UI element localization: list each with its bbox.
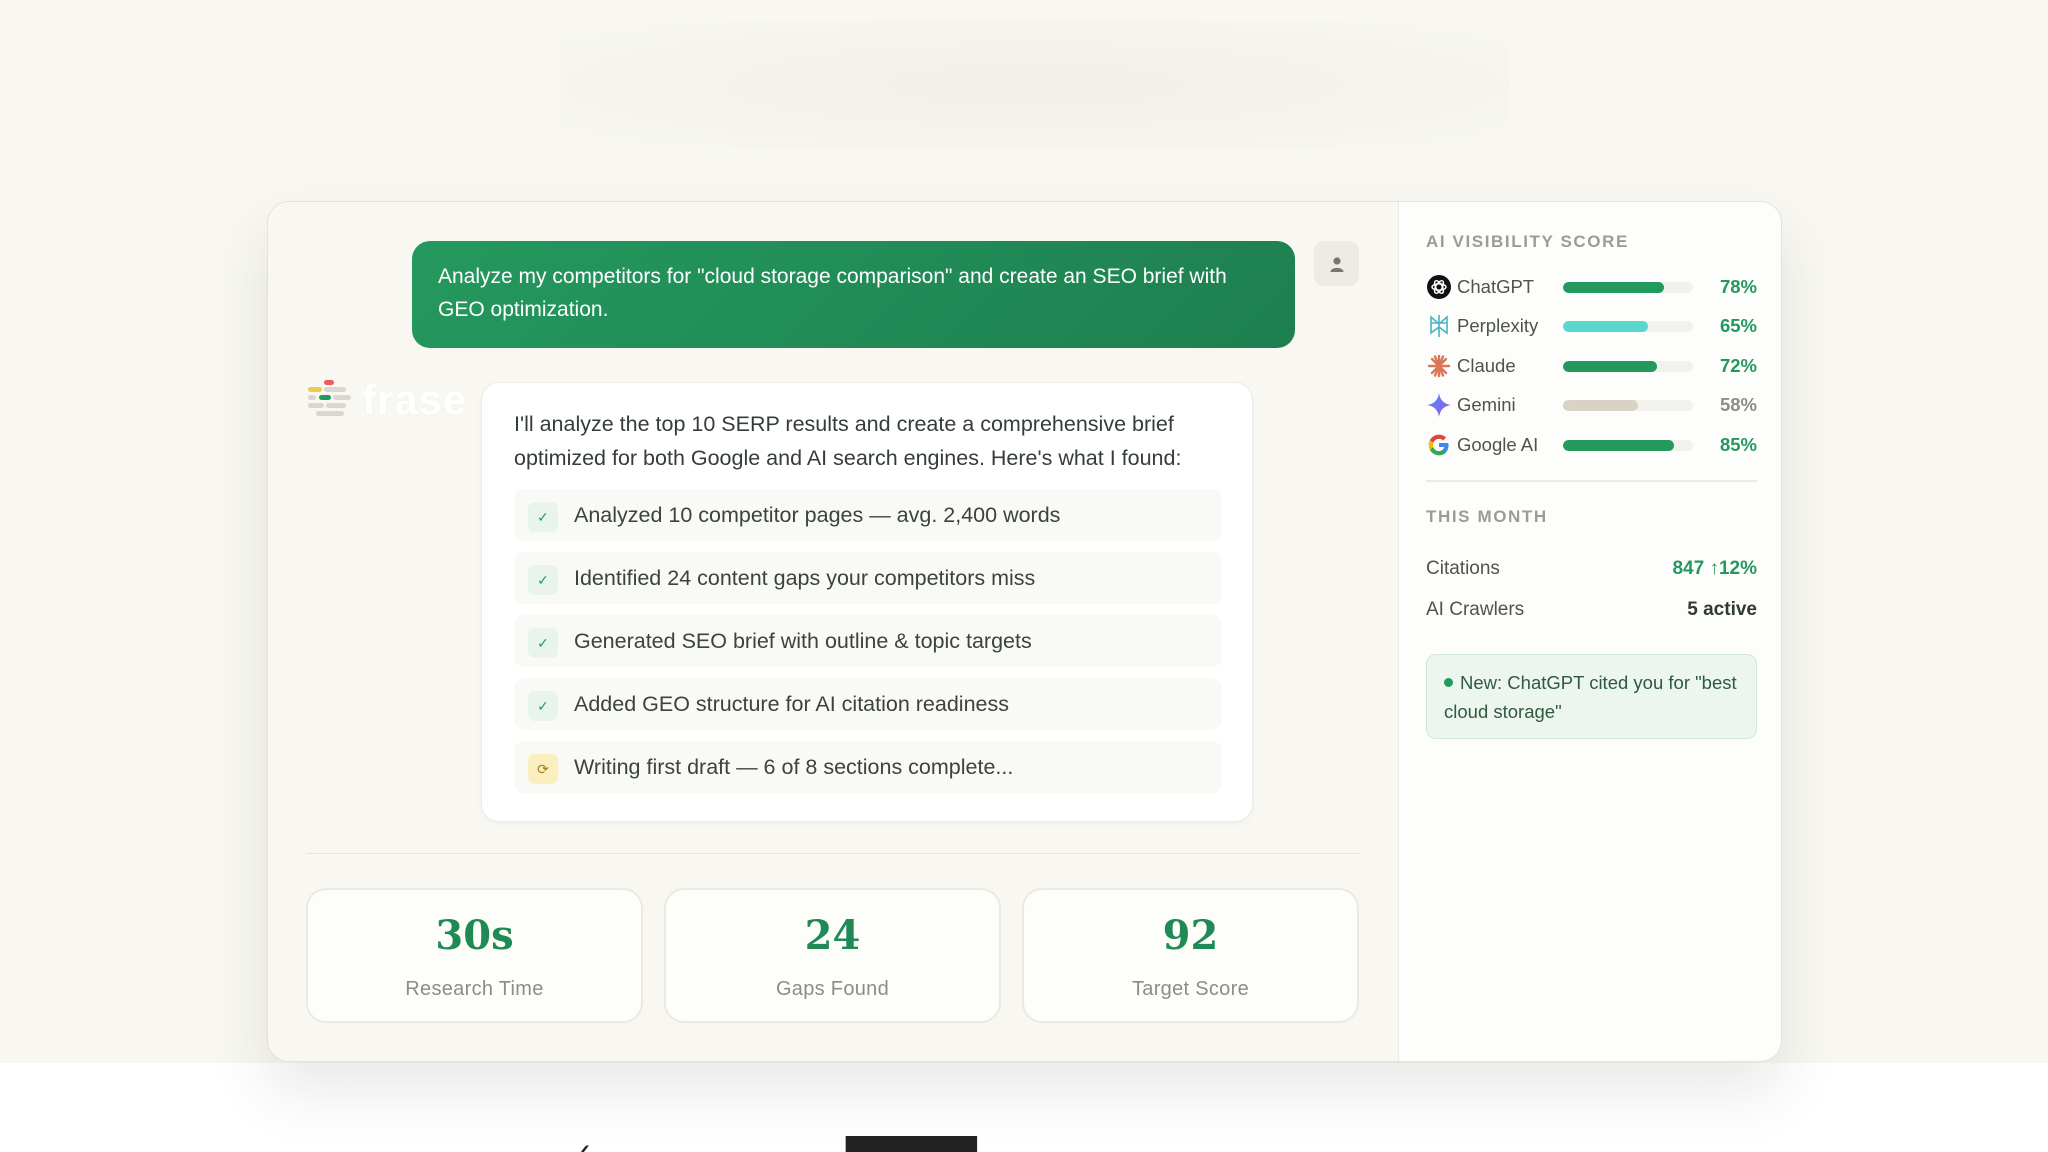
engine-row-perplexity: Perplexity 65% bbox=[1426, 311, 1757, 341]
check-icon: ✓ bbox=[528, 628, 558, 658]
stat-label: Research Time bbox=[405, 978, 544, 1000]
stat-card-gaps-found: 24 Gaps Found bbox=[664, 888, 1001, 1023]
engine-name: ChatGPT bbox=[1457, 276, 1535, 297]
customer-logo-wordmark-icon: ▀▀▀▀▀ bbox=[846, 1140, 977, 1152]
status-dot-icon bbox=[1444, 678, 1453, 687]
score-bar-fill bbox=[1563, 321, 1648, 332]
score-bar bbox=[1563, 282, 1693, 293]
engine-score: 58% bbox=[1719, 394, 1757, 415]
step-text: Identified 24 content gaps your competit… bbox=[574, 566, 1036, 590]
engine-score: 85% bbox=[1719, 434, 1757, 455]
customer-logo-check-icon: ✓ bbox=[570, 1140, 593, 1152]
engine-score: 72% bbox=[1719, 355, 1757, 376]
perplexity-icon bbox=[1430, 315, 1448, 337]
engine-name: Claude bbox=[1457, 355, 1516, 376]
citations-row: Citations 847 ↑12% bbox=[1426, 554, 1757, 584]
step-item-in-progress: ⟳ Writing first draft — 6 of 8 sections … bbox=[514, 741, 1222, 793]
score-bar-fill bbox=[1563, 440, 1674, 451]
score-bar-fill bbox=[1563, 400, 1639, 411]
step-text: Generated SEO brief with outline & topic… bbox=[574, 629, 1032, 653]
score-bar bbox=[1563, 361, 1693, 372]
divider bbox=[306, 853, 1360, 854]
crawlers-row: AI Crawlers 5 active bbox=[1426, 595, 1757, 625]
step-item: ✓ Added GEO structure for AI citation re… bbox=[514, 678, 1222, 730]
engine-row-claude: Claude 72% bbox=[1426, 351, 1757, 381]
step-text: Added GEO structure for AI citation read… bbox=[574, 692, 1009, 716]
check-icon: ✓ bbox=[528, 565, 558, 595]
frase-logo-icon bbox=[308, 380, 351, 416]
check-icon: ✓ bbox=[528, 691, 558, 721]
assistant-intro-text: I'll analyze the top 10 SERP results and… bbox=[514, 412, 1182, 470]
claude-icon bbox=[1427, 354, 1451, 378]
score-bar-fill bbox=[1563, 361, 1657, 372]
step-item: ✓ Analyzed 10 competitor pages — avg. 2,… bbox=[514, 489, 1222, 541]
engine-score: 78% bbox=[1719, 276, 1757, 297]
crawlers-label: AI Crawlers bbox=[1426, 599, 1525, 620]
stat-value: 92 bbox=[1162, 912, 1219, 959]
engine-row-gemini: Gemini 58% bbox=[1426, 390, 1757, 420]
score-bar bbox=[1563, 321, 1693, 332]
divider bbox=[1426, 480, 1757, 482]
stat-label: Target Score bbox=[1132, 978, 1249, 1000]
stat-value: 24 bbox=[804, 912, 861, 959]
visibility-title: AI VISIBILITY SCORE bbox=[1426, 232, 1629, 251]
step-text: Writing first draft — 6 of 8 sections co… bbox=[574, 755, 1014, 779]
score-bar bbox=[1563, 400, 1693, 411]
stat-value: 30s bbox=[435, 912, 514, 959]
demo-card: Analyze my competitors for "cloud storag… bbox=[267, 201, 1782, 1062]
stat-card-target-score: 92 Target Score bbox=[1022, 888, 1359, 1023]
stat-card-research-time: 30s Research Time bbox=[306, 888, 643, 1023]
engine-row-google-ai: Google AI 85% bbox=[1426, 430, 1757, 460]
chat-panel: Analyze my competitors for "cloud storag… bbox=[268, 202, 1398, 1061]
stat-label: Gaps Found bbox=[775, 978, 890, 1000]
frase-wordmark: frase bbox=[362, 376, 468, 423]
loading-icon: ⟳ bbox=[528, 754, 558, 784]
step-item: ✓ Generated SEO brief with outline & top… bbox=[514, 615, 1222, 667]
frase-logo: frase bbox=[306, 376, 466, 426]
step-item: ✓ Identified 24 content gaps your compet… bbox=[514, 552, 1222, 604]
engine-name: Perplexity bbox=[1457, 315, 1539, 336]
chatgpt-icon bbox=[1427, 275, 1451, 299]
visibility-sidebar: AI VISIBILITY SCORE ChatGPT 78% Perplexi… bbox=[1398, 202, 1781, 1061]
user-message: Analyze my competitors for "cloud storag… bbox=[412, 241, 1295, 348]
check-icon: ✓ bbox=[528, 502, 558, 532]
engine-score: 65% bbox=[1719, 315, 1757, 336]
user-avatar-icon bbox=[1314, 241, 1359, 286]
assistant-reply: I'll analyze the top 10 SERP results and… bbox=[481, 382, 1253, 822]
crawlers-value: 5 active bbox=[1687, 599, 1757, 620]
month-title: THIS MONTH bbox=[1426, 507, 1548, 526]
engine-name: Google AI bbox=[1457, 434, 1539, 455]
score-bar-fill bbox=[1563, 282, 1665, 293]
google-icon bbox=[1428, 434, 1449, 456]
score-bar bbox=[1563, 440, 1693, 451]
notification-text: New: ChatGPT cited you for "best cloud s… bbox=[1444, 672, 1737, 722]
citation-notification: New: ChatGPT cited you for "best cloud s… bbox=[1426, 654, 1757, 739]
step-text: Analyzed 10 competitor pages — avg. 2,40… bbox=[574, 503, 1061, 527]
citations-value: 847 ↑12% bbox=[1672, 558, 1757, 579]
citations-label: Citations bbox=[1426, 558, 1500, 579]
engine-name: Gemini bbox=[1457, 394, 1516, 415]
background-glow bbox=[560, 20, 1510, 150]
gemini-icon bbox=[1427, 393, 1451, 417]
customer-logo-strip: ✓ ▀▀▀▀▀ bbox=[570, 1134, 1170, 1152]
engine-row-chatgpt: ChatGPT 78% bbox=[1426, 272, 1757, 302]
